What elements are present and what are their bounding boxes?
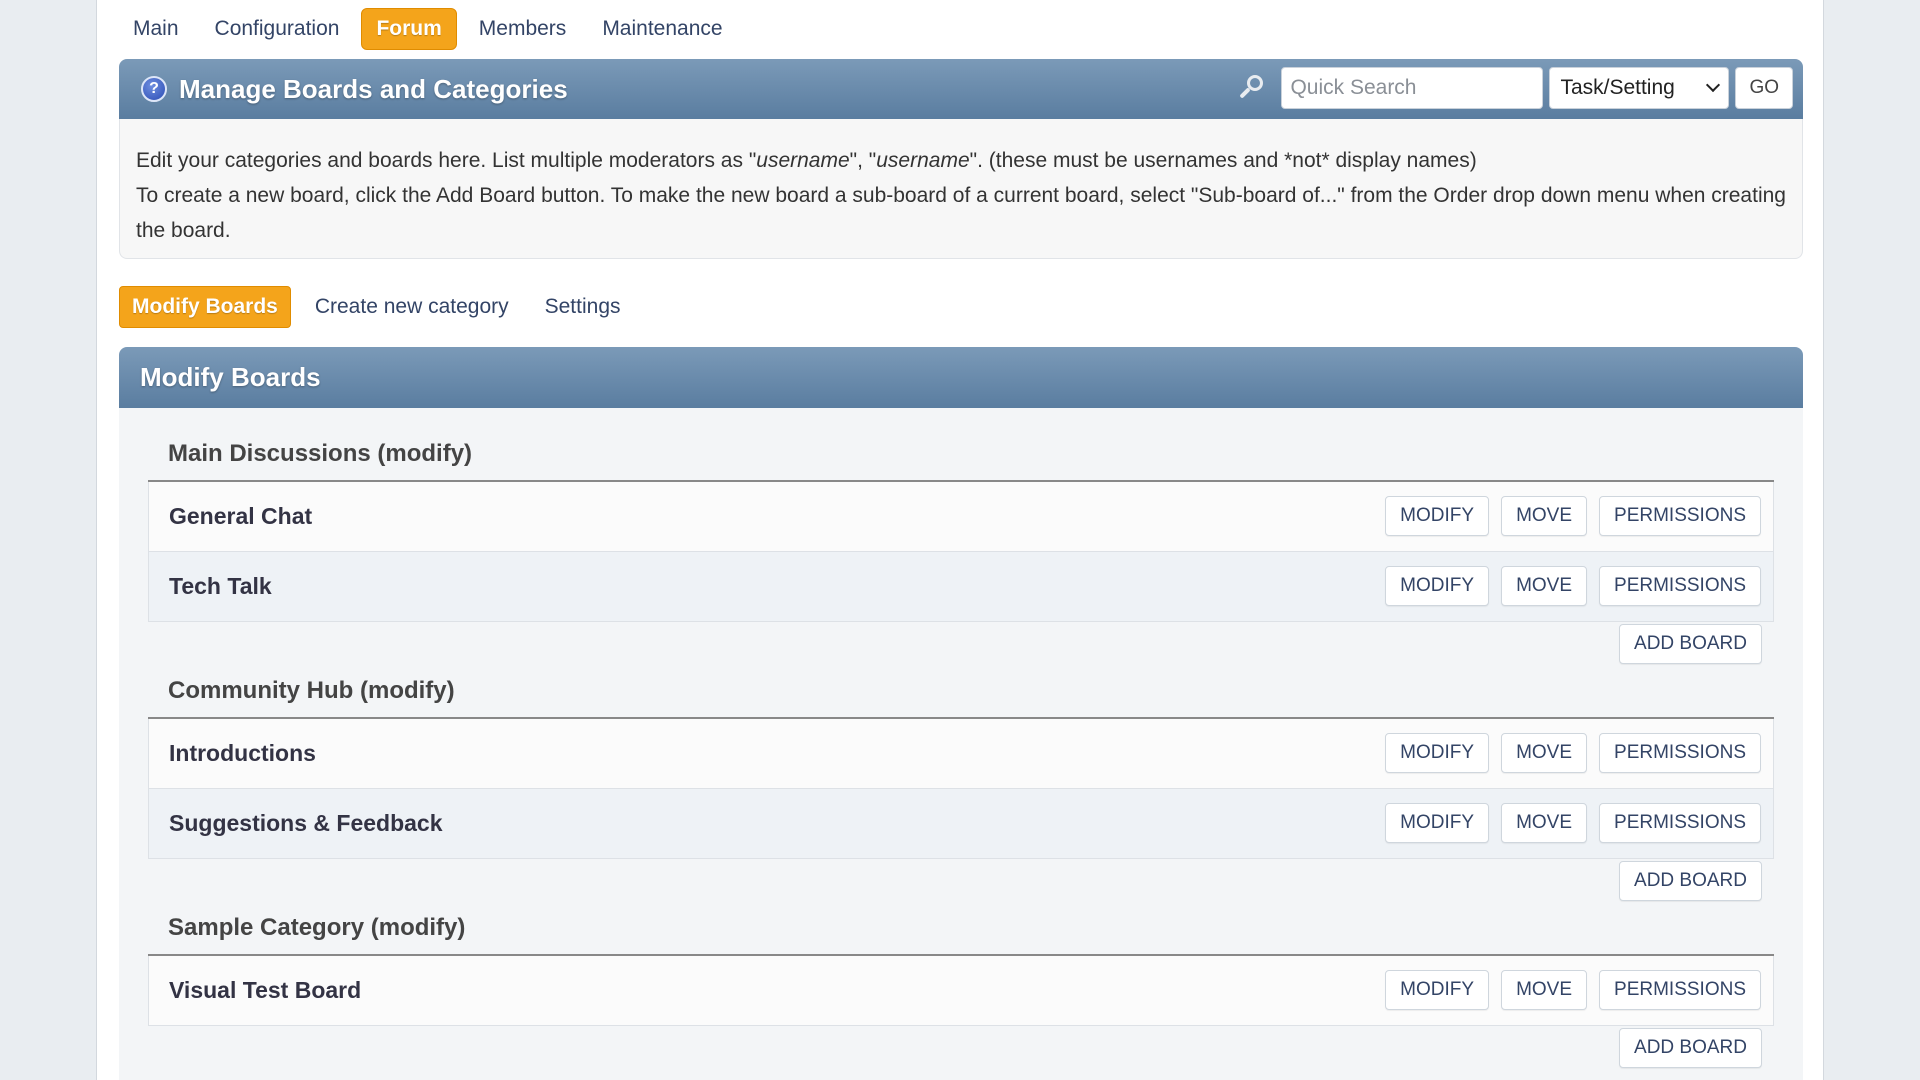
board-name: General Chat [169,503,313,529]
info-line-2: To create a new board, click the Add Boa… [136,184,1786,242]
category-block: Community Hub (modify) Introductions MOD… [148,645,1774,903]
move-button[interactable]: MOVE [1501,496,1588,536]
board-row: Suggestions & Feedback MODIFY MOVE PERMI… [148,789,1774,859]
go-button[interactable]: GO [1735,67,1793,109]
section-title: Modify Boards [140,362,321,392]
tab-create-category[interactable]: Create new category [303,287,521,327]
quick-search-form: Task/Setting GO [1237,67,1793,109]
search-type-value: Task/Setting [1560,76,1675,99]
board-row: Tech Talk MODIFY MOVE PERMISSIONS [148,552,1774,622]
info-box: Edit your categories and boards here. Li… [119,119,1803,259]
section-header: Modify Boards [119,347,1803,408]
board-row: Visual Test Board MODIFY MOVE PERMISSION… [148,956,1774,1026]
move-button[interactable]: MOVE [1501,566,1588,606]
menu-members[interactable]: Members [465,9,581,49]
modify-button[interactable]: MODIFY [1385,803,1490,843]
modify-button[interactable]: MODIFY [1385,970,1490,1010]
board-row: Introductions MODIFY MOVE PERMISSIONS [148,719,1774,789]
top-menu: Main Configuration Forum Members Mainten… [119,8,737,50]
permissions-button[interactable]: PERMISSIONS [1599,733,1761,773]
menu-main[interactable]: Main [119,9,193,49]
chevron-down-icon [1706,77,1721,93]
menu-maintenance[interactable]: Maintenance [588,9,736,49]
tab-settings[interactable]: Settings [533,287,633,327]
add-board-row: ADD BOARD [148,1026,1774,1070]
board-actions: MODIFY MOVE PERMISSIONS [1385,803,1761,843]
page-header-bar: ? Manage Boards and Categories Task/Sett… [119,59,1803,119]
quick-search-input[interactable] [1281,67,1544,109]
modify-button[interactable]: MODIFY [1385,496,1490,536]
board-name: Introductions [169,740,316,766]
board-row: General Chat MODIFY MOVE PERMISSIONS [148,482,1774,552]
board-name: Tech Talk [169,573,272,599]
category-block: Main Discussions (modify) General Chat M… [148,408,1774,666]
boards-list: Main Discussions (modify) General Chat M… [119,408,1803,1080]
sub-tabs: Modify Boards Create new category Settin… [119,286,633,328]
menu-configuration[interactable]: Configuration [201,9,354,49]
category-title[interactable]: Main Discussions (modify) [148,408,1774,482]
page-title: Manage Boards and Categories [179,73,568,104]
board-actions: MODIFY MOVE PERMISSIONS [1385,733,1761,773]
board-actions: MODIFY MOVE PERMISSIONS [1385,566,1761,606]
move-button[interactable]: MOVE [1501,970,1588,1010]
modify-button[interactable]: MODIFY [1385,733,1490,773]
permissions-button[interactable]: PERMISSIONS [1599,803,1761,843]
add-board-button[interactable]: ADD BOARD [1619,1028,1762,1068]
board-actions: MODIFY MOVE PERMISSIONS [1385,970,1761,1010]
permissions-button[interactable]: PERMISSIONS [1599,970,1761,1010]
board-name: Suggestions & Feedback [169,810,443,836]
permissions-button[interactable]: PERMISSIONS [1599,566,1761,606]
tab-modify-boards[interactable]: Modify Boards [119,286,291,328]
admin-page: Main Configuration Forum Members Mainten… [96,0,1824,1080]
board-actions: MODIFY MOVE PERMISSIONS [1385,496,1761,536]
search-icon [1237,73,1267,103]
category-title[interactable]: Community Hub (modify) [148,645,1774,719]
modify-button[interactable]: MODIFY [1385,566,1490,606]
move-button[interactable]: MOVE [1501,733,1588,773]
info-line-1: Edit your categories and boards here. Li… [136,149,1477,172]
permissions-button[interactable]: PERMISSIONS [1599,496,1761,536]
help-icon[interactable]: ? [141,76,167,102]
category-title[interactable]: Sample Category (modify) [148,882,1774,956]
menu-forum[interactable]: Forum [361,8,457,50]
board-name: Visual Test Board [169,977,362,1003]
search-type-select[interactable]: Task/Setting [1549,67,1730,109]
move-button[interactable]: MOVE [1501,803,1588,843]
category-block: Sample Category (modify) Visual Test Boa… [148,882,1774,1070]
